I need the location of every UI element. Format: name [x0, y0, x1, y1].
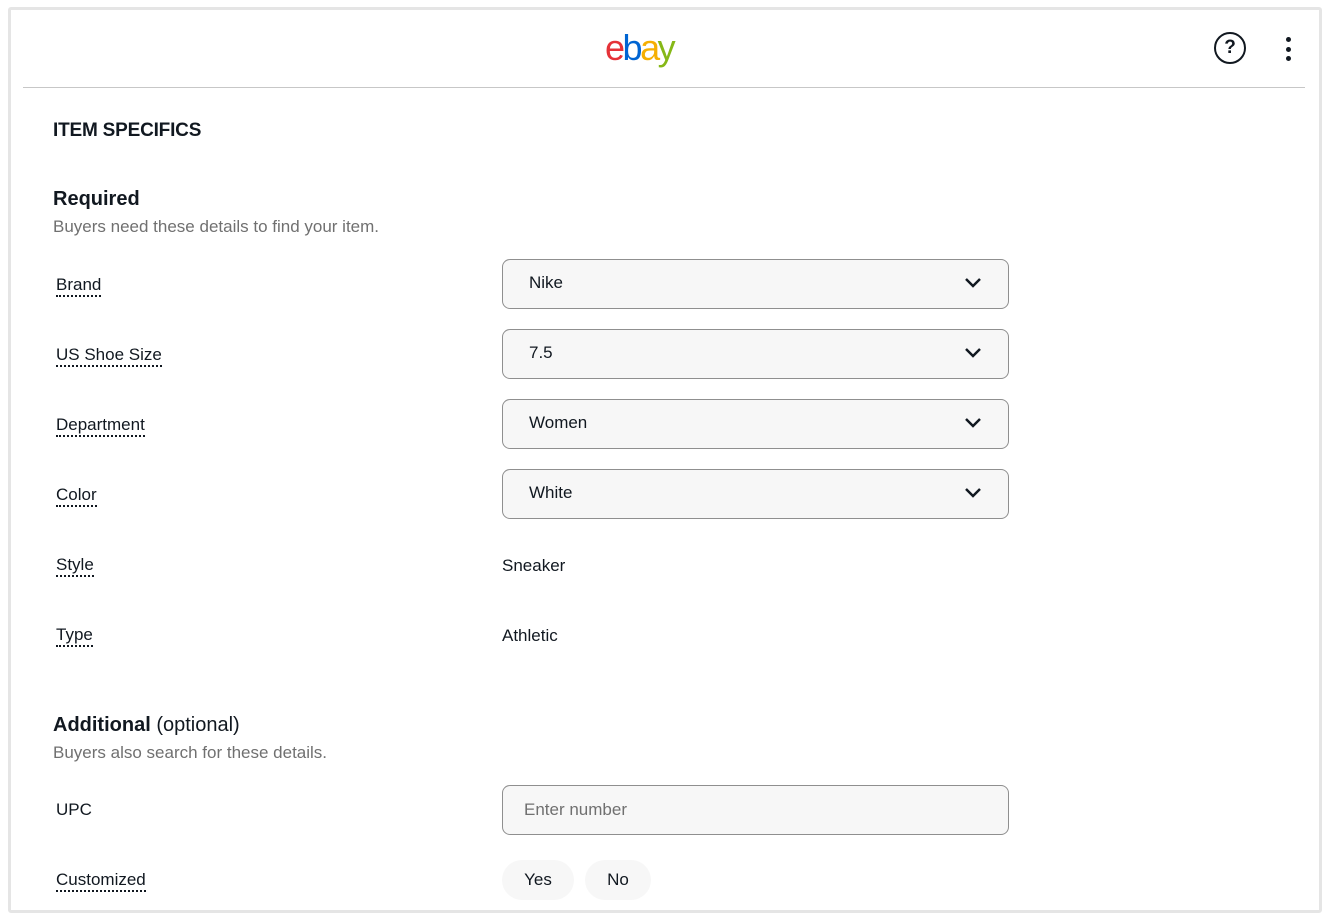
section-title: ITEM SPECIFICS [53, 120, 202, 141]
additional-subtitle: Buyers also search for these details. [53, 743, 328, 762]
required-title: Required [53, 188, 140, 210]
type-label[interactable]: Type [56, 626, 93, 647]
header-bar: ebay ? [23, 10, 1305, 88]
logo-letter-y: y [657, 27, 676, 68]
brand-label[interactable]: Brand [56, 276, 102, 297]
logo-letter-b: b [622, 27, 643, 68]
brand-value: Nike [529, 273, 564, 292]
customized-no-button[interactable]: No [585, 860, 651, 900]
type-value: Athletic [502, 626, 558, 645]
additional-title-text: Additional [53, 714, 151, 736]
required-subtitle: Buyers need these details to find your i… [53, 217, 380, 236]
us-shoe-size-label[interactable]: US Shoe Size [56, 346, 162, 367]
chevron-down-icon [965, 418, 981, 428]
department-value: Women [529, 413, 588, 432]
chevron-down-icon [965, 278, 981, 288]
color-value: White [529, 483, 573, 502]
more-options-icon[interactable] [1280, 34, 1296, 64]
ebay-logo[interactable]: ebay [605, 27, 676, 68]
logo-letter-a: a [640, 27, 660, 68]
us-shoe-size-select[interactable]: 7.5 [502, 329, 1009, 379]
chevron-down-icon [965, 488, 981, 498]
brand-select[interactable]: Nike [502, 259, 1009, 309]
style-label[interactable]: Style [56, 556, 94, 577]
logo-letter-e: e [605, 27, 625, 68]
chevron-down-icon [965, 348, 981, 358]
app-frame: ebay ? ITEM SPECIFICS Required Buyers ne… [8, 7, 1322, 913]
additional-title-suffix: (optional) [156, 714, 240, 736]
customized-label[interactable]: Customized [56, 871, 146, 892]
additional-title: Additional (optional) [53, 714, 240, 737]
department-select[interactable]: Women [502, 399, 1009, 449]
department-label[interactable]: Department [56, 416, 145, 437]
us-shoe-size-value: 7.5 [529, 343, 553, 362]
style-value: Sneaker [502, 556, 566, 575]
color-label[interactable]: Color [56, 486, 97, 507]
upc-input[interactable] [502, 785, 1009, 835]
help-icon[interactable]: ? [1214, 32, 1246, 64]
customized-yes-button[interactable]: Yes [502, 860, 574, 900]
color-select[interactable]: White [502, 469, 1009, 519]
upc-label: UPC [56, 800, 92, 819]
